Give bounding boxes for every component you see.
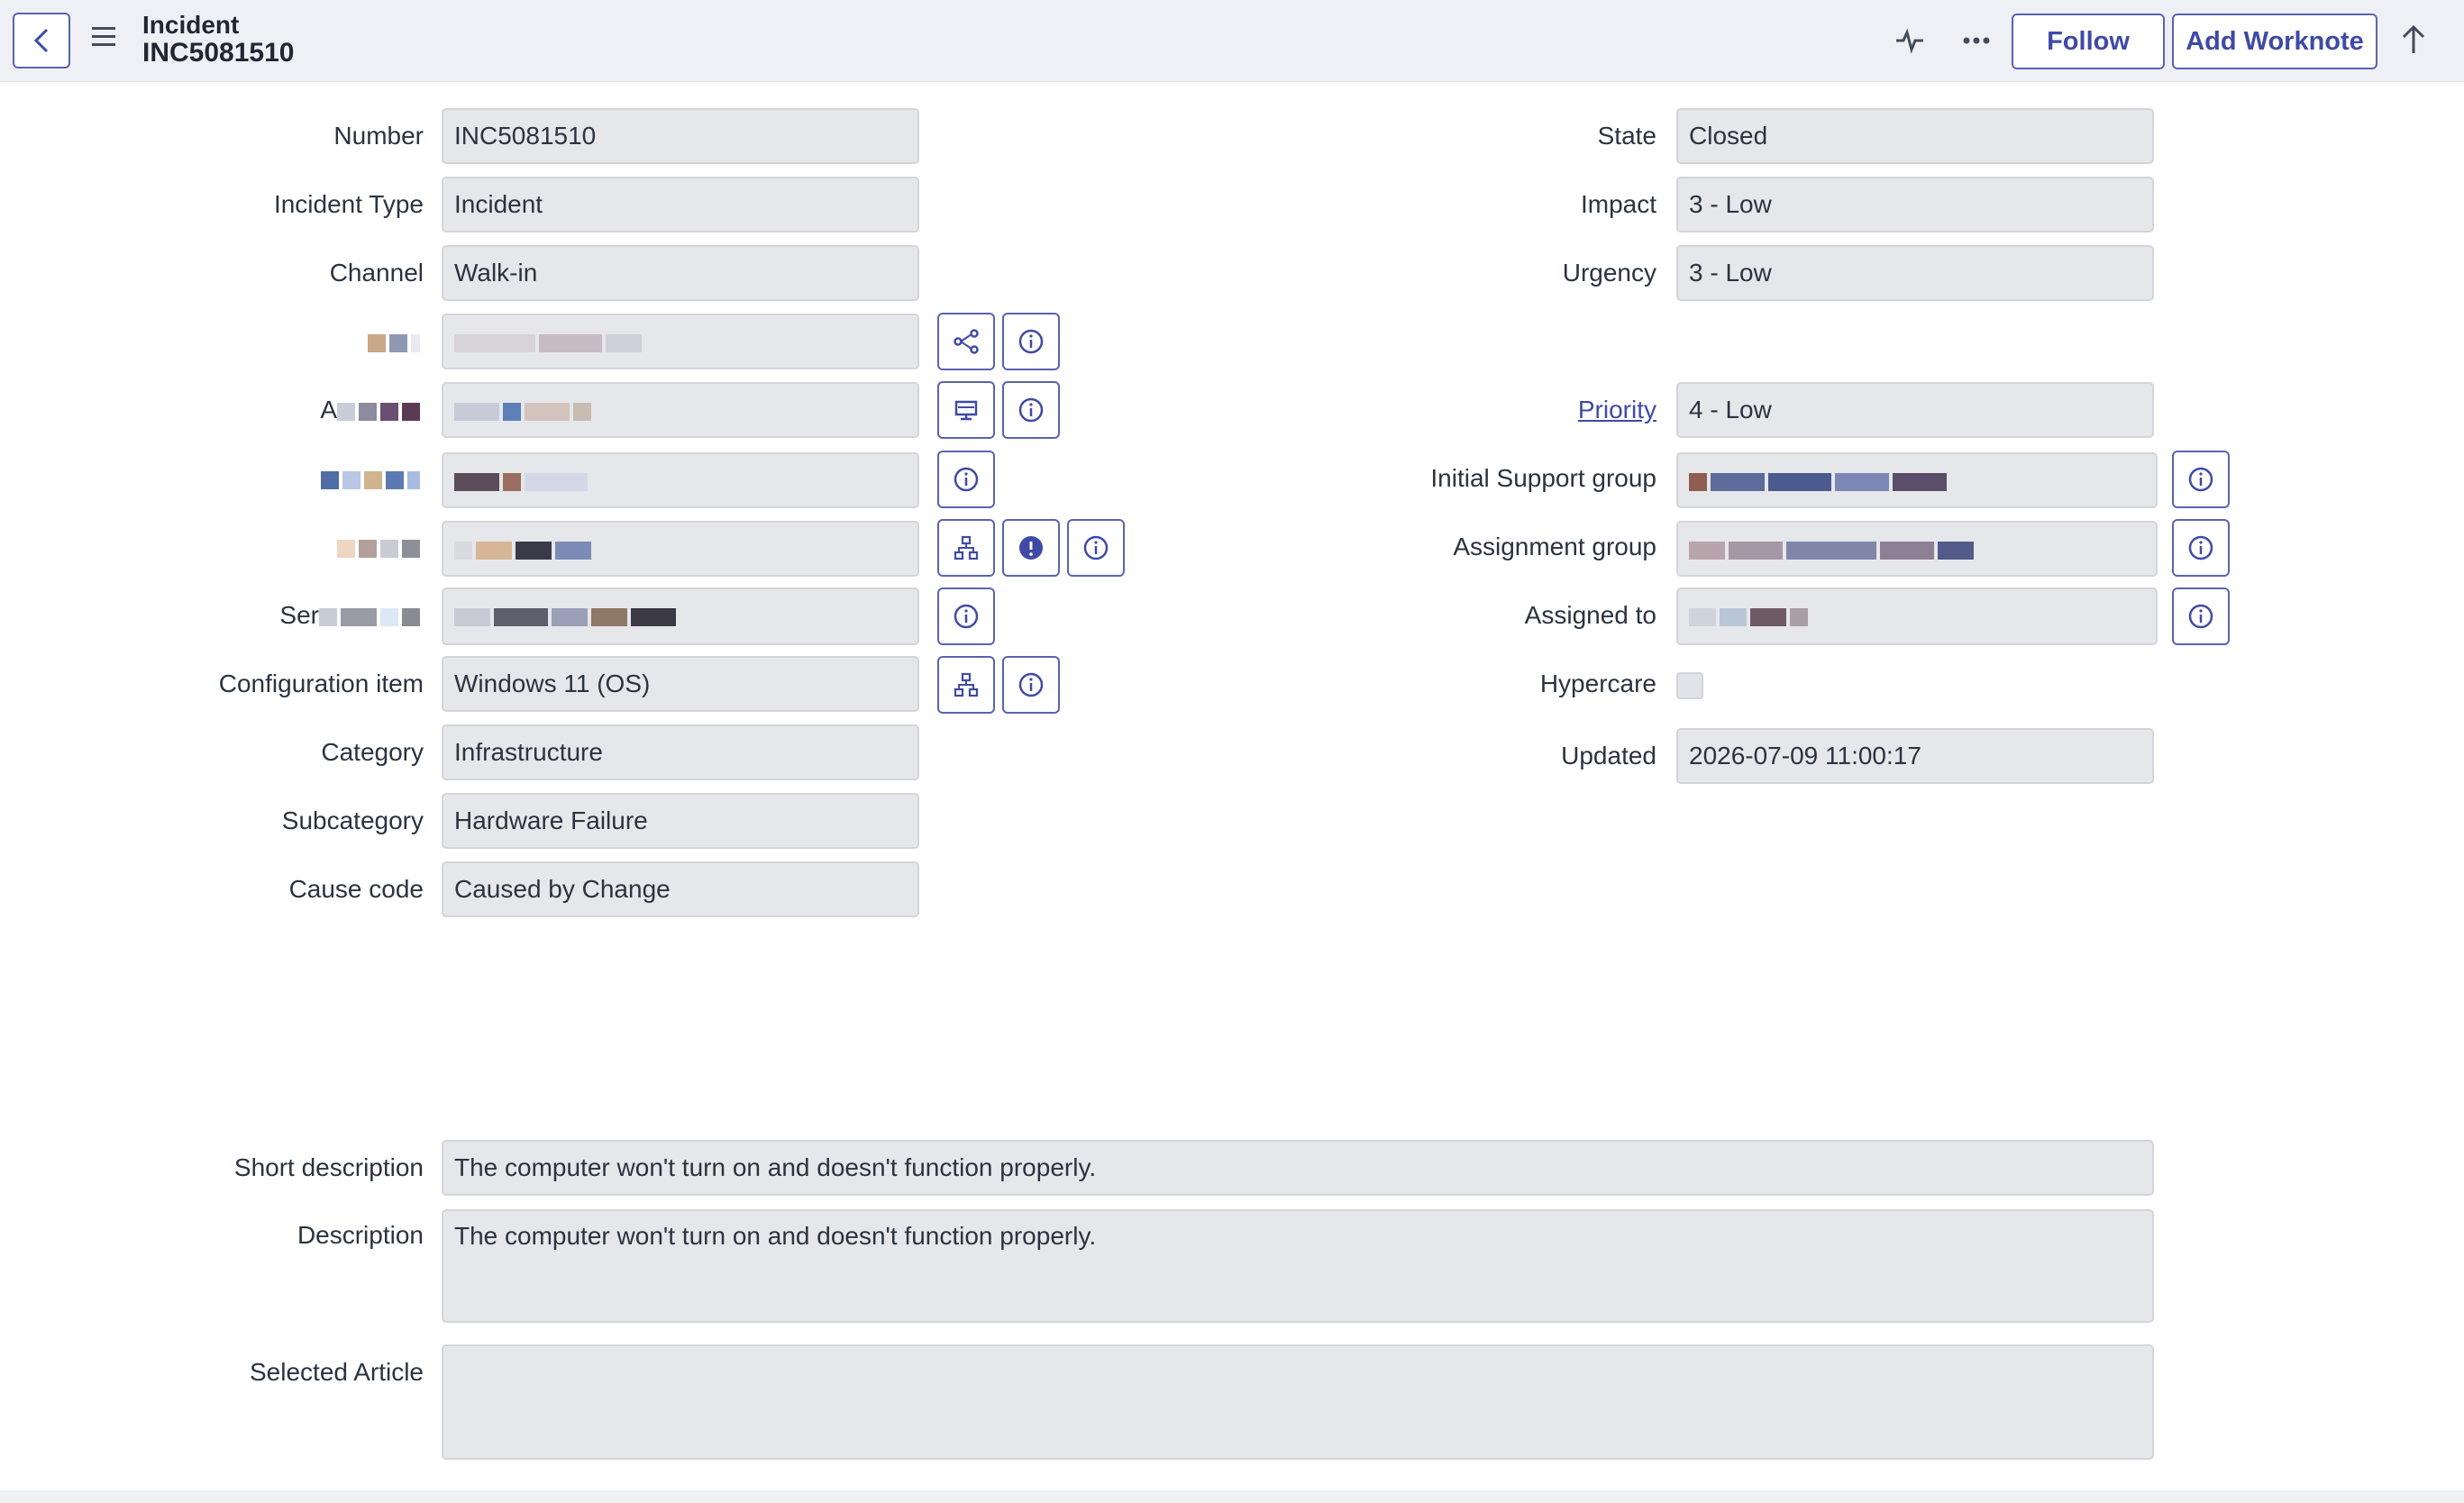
number-field[interactable]: INC5081510 (442, 108, 919, 164)
short-description-field[interactable]: The computer won't turn on and doesn't f… (442, 1140, 2154, 1196)
redacted-label-5: Ser (279, 601, 424, 630)
redacted-field-4[interactable] (442, 521, 919, 577)
description-label: Description (297, 1221, 424, 1249)
info-button[interactable] (1002, 656, 1060, 714)
short-description-label: Short description (233, 1153, 424, 1181)
impact-field[interactable]: 3 - Low (1676, 177, 2154, 232)
info-icon (1018, 672, 1044, 697)
urgency-field[interactable]: 3 - Low (1676, 245, 2154, 301)
priority-field[interactable]: 4 - Low (1676, 382, 2154, 438)
redacted-label-1 (368, 327, 424, 356)
footer-strip (0, 1490, 2464, 1503)
assignment-group-field[interactable] (1676, 521, 2158, 577)
info-button[interactable] (1067, 519, 1125, 577)
assigned-to-field[interactable] (1676, 588, 2158, 645)
info-button[interactable] (1002, 313, 1060, 370)
network-button[interactable] (937, 313, 995, 370)
selected-article-label: Selected Article (250, 1358, 424, 1386)
impact-label: Impact (1580, 190, 1656, 218)
info-button[interactable] (2172, 519, 2230, 577)
page-title: Incident (142, 11, 240, 39)
info-button[interactable] (2172, 588, 2230, 645)
redacted-field-3[interactable] (442, 452, 919, 508)
state-field[interactable]: Closed (1676, 108, 2154, 164)
subcategory-label: Subcategory (281, 806, 424, 834)
assigned-to-label: Assigned to (1524, 601, 1656, 629)
menu-icon[interactable] (92, 27, 115, 47)
add-worknote-button[interactable]: Add Worknote (2172, 14, 2377, 69)
more-icon[interactable] (1961, 25, 1992, 56)
configuration-item-label: Configuration item (218, 670, 424, 697)
info-button[interactable] (2172, 451, 2230, 508)
alert-button[interactable] (1002, 519, 1060, 577)
record-number: INC5081510 (142, 38, 295, 68)
incident-type-field[interactable]: Incident (442, 177, 919, 232)
hierarchy-button[interactable] (937, 656, 995, 714)
urgency-label: Urgency (1562, 259, 1656, 287)
info-button[interactable] (937, 451, 995, 508)
initial-support-group-label: Initial Support group (1430, 464, 1656, 492)
label-fragment: Ser (279, 601, 319, 629)
up-arrow-icon[interactable] (2399, 23, 2428, 56)
info-icon (1018, 397, 1044, 423)
incident-type-label: Incident Type (273, 190, 424, 218)
hypercare-label: Hypercare (1539, 670, 1656, 697)
updated-field[interactable]: 2026-07-09 11:00:17 (1676, 728, 2154, 784)
form-header: Incident INC5081510 Follow Add Worknote (0, 0, 2464, 82)
configuration-item-field[interactable]: Windows 11 (OS) (442, 656, 919, 712)
info-button[interactable] (1002, 381, 1060, 439)
selected-article-field[interactable] (442, 1344, 2154, 1460)
monitor-icon (954, 400, 978, 421)
info-icon (1083, 535, 1109, 560)
back-icon (33, 28, 49, 53)
info-icon (2188, 535, 2213, 560)
priority-link[interactable]: Priority (1578, 396, 1656, 424)
info-icon (954, 604, 979, 629)
cause-code-label: Cause code (288, 875, 424, 903)
hypercare-checkbox[interactable] (1676, 672, 1703, 699)
redacted-label-3 (321, 464, 424, 493)
channel-field[interactable]: Walk-in (442, 245, 919, 301)
info-button[interactable] (937, 588, 995, 645)
subcategory-field[interactable]: Hardware Failure (442, 793, 919, 849)
initial-support-group-field[interactable] (1676, 452, 2158, 508)
redacted-field-1[interactable] (442, 314, 919, 369)
info-icon (2188, 467, 2213, 492)
cause-code-field[interactable]: Caused by Change (442, 861, 919, 917)
pulse-icon[interactable] (1894, 25, 1925, 56)
follow-button[interactable]: Follow (2012, 14, 2165, 69)
number-label: Number (333, 122, 424, 150)
description-field[interactable]: The computer won't turn on and doesn't f… (442, 1209, 2154, 1323)
hierarchy-icon (954, 535, 979, 560)
redacted-label-2: A (320, 396, 424, 424)
network-icon (954, 329, 979, 354)
info-icon (1018, 329, 1044, 354)
redacted-field-2[interactable] (442, 382, 919, 438)
assignment-group-label: Assignment group (1453, 533, 1656, 560)
hierarchy-button[interactable] (937, 519, 995, 577)
hierarchy-icon (954, 672, 979, 697)
redacted-label-4 (337, 533, 424, 561)
updated-label: Updated (1561, 742, 1656, 770)
label-fragment: A (320, 396, 337, 424)
category-field[interactable]: Infrastructure (442, 724, 919, 780)
category-label: Category (321, 738, 424, 766)
back-button[interactable] (13, 13, 70, 68)
channel-label: Channel (329, 259, 424, 287)
state-label: State (1597, 122, 1656, 150)
info-icon (2188, 604, 2213, 629)
alert-icon (1019, 536, 1043, 560)
monitor-button[interactable] (937, 381, 995, 439)
redacted-field-5[interactable] (442, 588, 919, 645)
info-icon (954, 467, 979, 492)
